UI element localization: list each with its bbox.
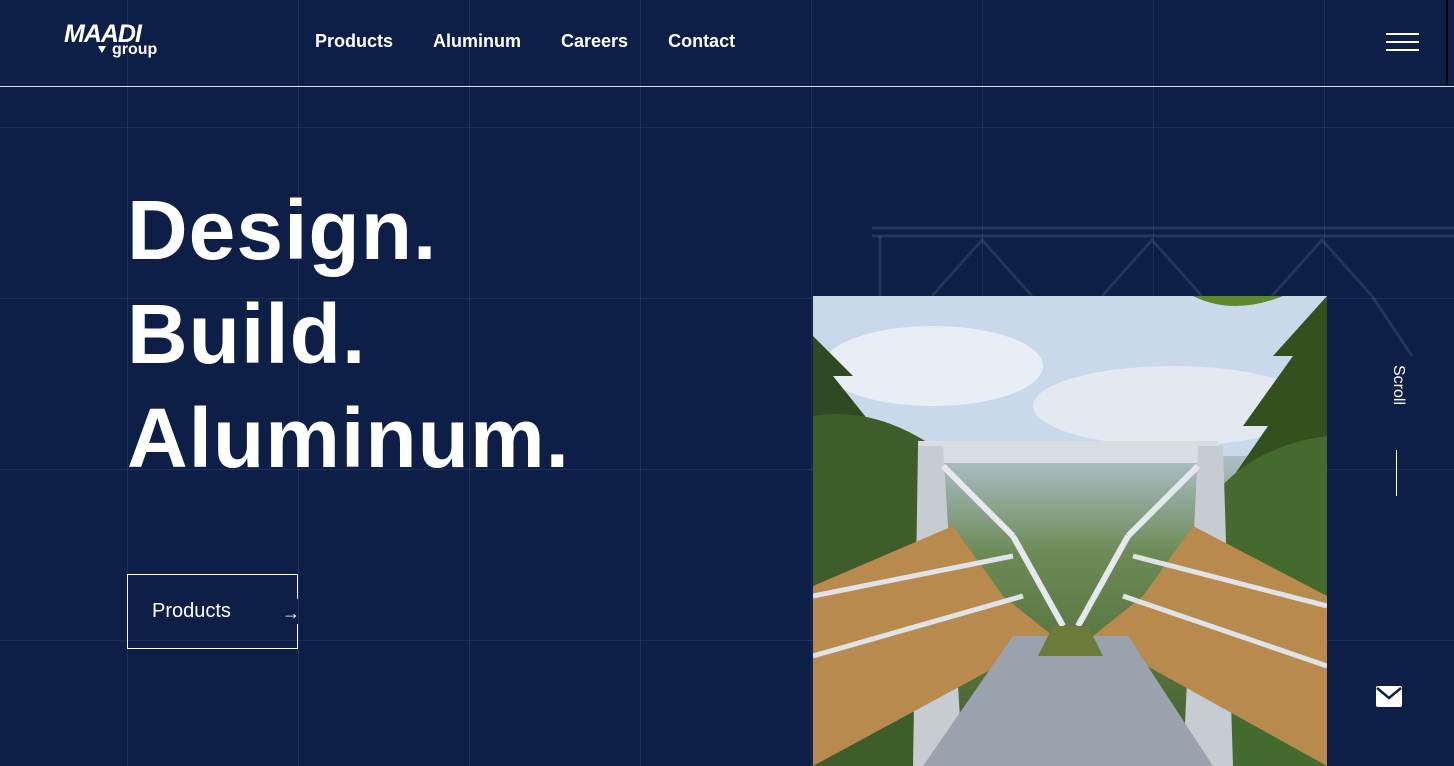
hero-line-design: Design.	[127, 183, 438, 277]
cta-label: Products	[152, 600, 231, 622]
mail-icon[interactable]	[1376, 686, 1402, 707]
arrow-right-icon: →	[282, 603, 300, 623]
main-nav: Products Aluminum Careers Contact	[315, 30, 735, 52]
scroll-indicator-line	[1396, 450, 1397, 496]
products-cta-button[interactable]: Products →	[127, 574, 300, 649]
logo-subtitle: group	[112, 41, 158, 58]
nav-item-products[interactable]: Products	[315, 30, 393, 52]
cta-border-top	[297, 575, 298, 599]
maadi-group-logo[interactable]: MAADI group	[64, 22, 168, 64]
hero-line-build: Build.	[127, 287, 367, 381]
hamburger-menu-icon[interactable]	[1386, 32, 1420, 54]
hero-headline: Design. Build. Aluminum.	[127, 178, 570, 490]
scrollbar-edge	[1446, 0, 1448, 84]
aluminum-bridge-photo	[813, 296, 1327, 766]
cta-border-bottom	[297, 624, 298, 648]
site-header: MAADI group Products Aluminum Careers Co…	[0, 0, 1454, 87]
hero-line-aluminum: Aluminum.	[127, 391, 570, 485]
scroll-indicator-label: Scroll	[1390, 365, 1407, 406]
nav-item-careers[interactable]: Careers	[561, 30, 628, 52]
nav-item-aluminum[interactable]: Aluminum	[433, 30, 521, 52]
nav-item-contact[interactable]: Contact	[668, 30, 735, 52]
logo-triangle-icon	[98, 46, 106, 53]
